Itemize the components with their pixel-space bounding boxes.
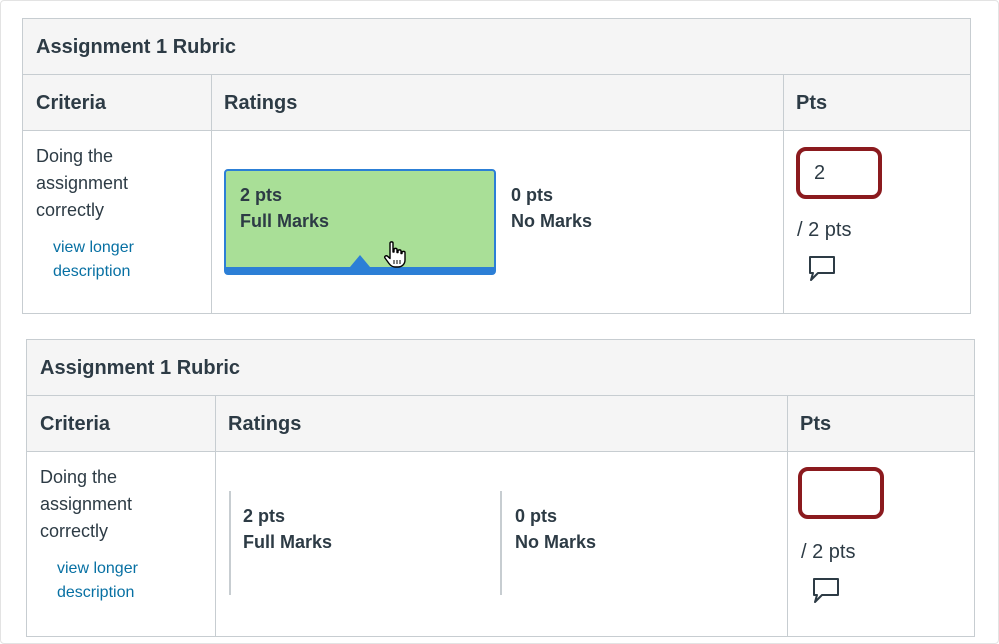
rating-full-marks-selected[interactable]: 2 pts Full Marks bbox=[224, 169, 496, 275]
rating-points: 2 pts bbox=[240, 185, 283, 205]
points-input-highlighted[interactable] bbox=[798, 467, 884, 519]
rating-name: Full Marks bbox=[243, 532, 333, 552]
rubric-graded: Assignment 1 Rubric Criteria Ratings Pts… bbox=[22, 18, 971, 314]
column-divider bbox=[783, 75, 784, 313]
ratings-header: Ratings bbox=[211, 75, 783, 131]
rating-points: 0 pts bbox=[511, 185, 554, 205]
pts-header: Pts bbox=[787, 396, 974, 452]
points-possible: / 2 pts bbox=[801, 541, 856, 563]
hand-pointer-icon bbox=[384, 241, 406, 268]
view-longer-description-link[interactable]: view longer description bbox=[53, 236, 173, 284]
rating-name: No Marks bbox=[515, 532, 597, 552]
ratings-header: Ratings bbox=[215, 396, 787, 452]
rubric-ungraded: Assignment 1 Rubric Criteria Ratings Pts… bbox=[26, 339, 975, 637]
criterion-description: Doing the assignment correctly bbox=[36, 146, 129, 220]
rubric-title: Assignment 1 Rubric bbox=[23, 19, 970, 75]
comment-icon[interactable] bbox=[807, 253, 837, 283]
view-longer-description-link[interactable]: view longer description bbox=[57, 557, 177, 605]
pts-header: Pts bbox=[783, 75, 970, 131]
selected-indicator-bar bbox=[226, 267, 494, 273]
rating-full-marks[interactable]: 2 pts Full Marks bbox=[243, 503, 483, 583]
points-input-highlighted[interactable]: 2 bbox=[796, 147, 882, 199]
rating-points: 2 pts bbox=[243, 506, 286, 526]
comment-icon[interactable] bbox=[811, 575, 841, 605]
column-divider bbox=[215, 396, 216, 636]
criteria-header: Criteria bbox=[27, 396, 215, 452]
rating-name: Full Marks bbox=[240, 211, 330, 231]
rating-divider bbox=[500, 491, 502, 595]
column-divider bbox=[787, 396, 788, 636]
rating-name: No Marks bbox=[511, 211, 593, 231]
criterion-description: Doing the assignment correctly bbox=[40, 467, 133, 541]
selected-indicator-notch bbox=[350, 255, 370, 267]
rubric-title: Assignment 1 Rubric bbox=[27, 340, 974, 396]
rating-no-marks[interactable]: 0 pts No Marks bbox=[515, 503, 715, 583]
rating-divider bbox=[229, 491, 231, 595]
criteria-header: Criteria bbox=[23, 75, 211, 131]
rating-points: 0 pts bbox=[515, 506, 558, 526]
rating-no-marks[interactable]: 0 pts No Marks bbox=[511, 182, 711, 262]
column-divider bbox=[211, 75, 212, 313]
points-possible: / 2 pts bbox=[797, 219, 852, 241]
